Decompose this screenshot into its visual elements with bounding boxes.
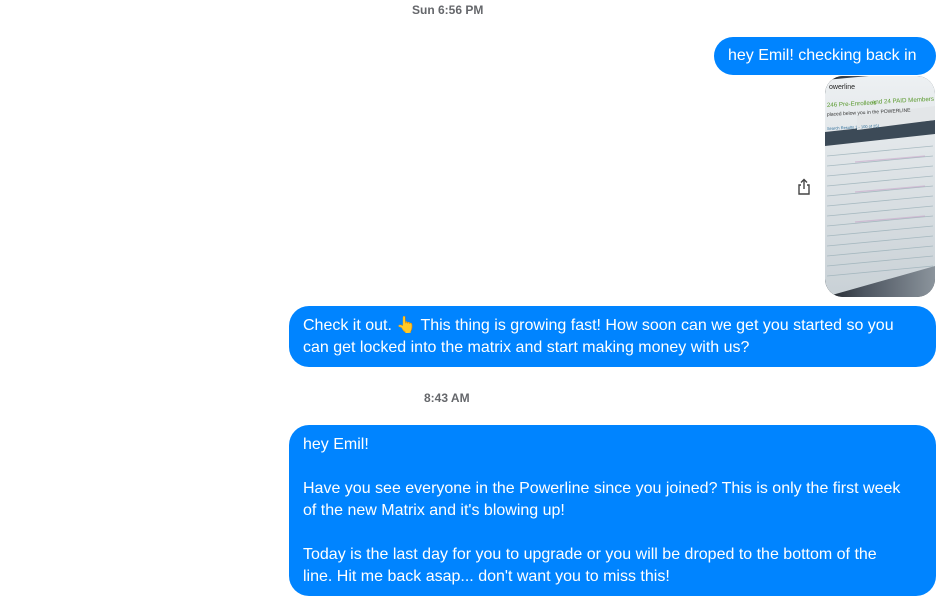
timestamp: Sun 6:56 PM: [412, 3, 484, 17]
message-text: of the new Matrix and it's blowing up!: [303, 502, 565, 519]
message-bubble[interactable]: hey Emil! Have you see everyone in the P…: [289, 425, 936, 596]
share-icon: [798, 178, 810, 195]
message-text: Have you see everyone in the Powerline s…: [303, 480, 901, 497]
message-text: Today is the last day for you to upgrade…: [303, 546, 877, 563]
message-text: hey Emil! checking back in: [728, 47, 917, 64]
message-bubble[interactable]: hey Emil! checking back in: [714, 37, 936, 75]
message-text: Check it out. 👆 This thing is growing fa…: [303, 317, 894, 334]
timestamp: 8:43 AM: [424, 391, 470, 405]
message-text: hey Emil!: [303, 436, 369, 453]
message-text: can get locked into the matrix and start…: [303, 339, 750, 356]
photo-brand-text: owerline: [829, 84, 855, 91]
share-button[interactable]: [796, 178, 812, 196]
photo-of-screen: owerline 246 Pre-Enrollees and 24 PAID M…: [825, 76, 935, 297]
message-text: line. Hit me back asap... don't want you…: [303, 568, 670, 585]
shared-photo[interactable]: owerline 246 Pre-Enrollees and 24 PAID M…: [825, 76, 935, 297]
message-bubble[interactable]: Check it out. 👆 This thing is growing fa…: [289, 306, 936, 367]
